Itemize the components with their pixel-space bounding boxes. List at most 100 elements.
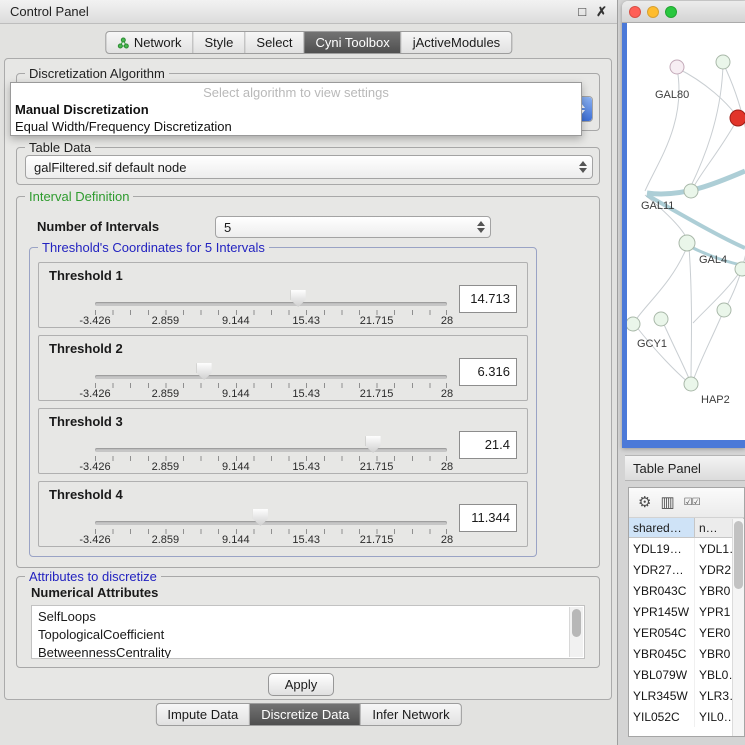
tab-cyni-toolbox[interactable]: Cyni Toolbox	[305, 32, 402, 53]
column-header-shared-name[interactable]: shared…	[629, 518, 695, 537]
thresholds-group: Threshold's Coordinates for 5 Intervals …	[29, 247, 537, 557]
scale-label: 21.715	[360, 388, 394, 400]
network-node[interactable]	[627, 317, 640, 331]
bottom-tab-bar: Impute Data Discretize Data Infer Networ…	[155, 703, 461, 726]
scale-label: 2.859	[152, 315, 180, 327]
table-row[interactable]: YBL079W YBL0…	[629, 664, 744, 685]
table-row[interactable]: YIL052C YIL0…	[629, 706, 744, 727]
scale-label: 15.43	[292, 315, 320, 327]
tab-style[interactable]: Style	[194, 32, 246, 53]
panel-tab-bar: Network Style Select Cyni Toolbox jActiv…	[105, 31, 512, 54]
table-panel-window: ⚙ ▥ ☑☑ shared… n… YDL19… YDL1… YDR27… YD…	[628, 487, 745, 737]
num-intervals-select[interactable]: 5	[215, 216, 491, 238]
table-data-group: Table Data galFiltered.sif default node	[16, 147, 600, 185]
network-canvas[interactable]: GAL80 GAL11 GAL4 GCY1 HAP2	[627, 23, 745, 440]
slider-track[interactable]	[95, 521, 447, 525]
scale-label: 28	[441, 534, 453, 546]
slider-track[interactable]	[95, 375, 447, 379]
network-node[interactable]	[670, 60, 684, 74]
selected-table: galFiltered.sif default node	[34, 160, 186, 175]
group-title: Discretization Algorithm	[25, 66, 169, 81]
slider-track[interactable]	[95, 448, 447, 452]
interval-definition-group: Interval Definition Number of Intervals …	[16, 196, 600, 568]
num-intervals-label: Number of Intervals	[37, 219, 159, 234]
tab-impute-data[interactable]: Impute Data	[156, 704, 250, 725]
numerical-attributes-list[interactable]: SelfLoopsTopologicalCoefficientBetweenne…	[31, 605, 585, 659]
scale-label: 2.859	[152, 461, 180, 473]
slider-scale: -3.4262.8599.14415.4321.71528	[95, 534, 447, 547]
cell-shared-name: YDR27…	[629, 559, 695, 580]
tab-jactivemodules[interactable]: jActiveModules	[402, 32, 511, 53]
apply-button[interactable]: Apply	[268, 673, 334, 696]
tab-network[interactable]: Network	[106, 32, 194, 53]
tab-infer-network[interactable]: Infer Network	[361, 704, 460, 725]
node-label: GAL80	[655, 89, 689, 101]
scrollbar-thumb[interactable]	[734, 521, 743, 589]
network-node[interactable]	[716, 55, 730, 69]
threshold-3-value-field[interactable]: 21.4	[459, 431, 517, 459]
node-label: GAL11	[641, 200, 674, 212]
table-row[interactable]: YDR27… YDR2…	[629, 559, 744, 580]
scale-label: 28	[441, 461, 453, 473]
network-view-window: GAL80 GAL11 GAL4 GCY1 HAP2	[622, 1, 745, 448]
table-row[interactable]: YBR045C YBR0…	[629, 643, 744, 664]
select-rows-icon[interactable]: ☑☑	[684, 498, 700, 508]
group-title: Interval Definition	[25, 189, 133, 204]
scrollbar[interactable]	[569, 607, 583, 657]
table-data-select[interactable]: galFiltered.sif default node	[25, 155, 593, 179]
threshold-2-value-field[interactable]: 6.316	[459, 358, 517, 386]
table-scrollbar[interactable]	[732, 519, 744, 736]
control-panel-titlebar: Control Panel □ ✗	[0, 0, 617, 24]
threshold-3-slider[interactable]: -3.4262.8599.14415.4321.71528	[95, 409, 447, 475]
scrollbar-thumb[interactable]	[572, 609, 581, 637]
dropdown-option-manual-discretization[interactable]: Manual Discretization	[11, 101, 581, 118]
network-graph[interactable]: GAL80 GAL11 GAL4 GCY1 HAP2	[627, 23, 745, 440]
zoom-traffic-light-icon[interactable]	[665, 6, 677, 18]
list-item[interactable]: SelfLoops	[38, 608, 568, 626]
scale-label: 21.715	[360, 534, 394, 546]
scale-label: 9.144	[222, 461, 250, 473]
numerical-attributes-label: Numerical Attributes	[31, 585, 158, 600]
tab-discretize-data[interactable]: Discretize Data	[250, 704, 361, 725]
table-row[interactable]: YBR043C YBR0…	[629, 580, 744, 601]
network-node[interactable]	[684, 377, 698, 391]
node-label: GAL4	[699, 254, 727, 266]
network-node[interactable]	[717, 303, 731, 317]
network-node[interactable]	[679, 235, 695, 251]
tab-select[interactable]: Select	[245, 32, 304, 53]
threshold-1-slider[interactable]: -3.4262.8599.14415.4321.71528	[95, 263, 447, 329]
threshold-1-value-field[interactable]: 14.713	[459, 285, 517, 313]
close-icon[interactable]: ✗	[596, 5, 607, 18]
network-node[interactable]	[654, 312, 668, 326]
threshold-4-panel: Threshold 4 -3.4262.8599.14415.4321.7152…	[38, 481, 528, 547]
network-node-selected[interactable]	[730, 110, 745, 126]
combo-stepper-icon	[574, 156, 592, 178]
minimize-traffic-light-icon[interactable]	[647, 6, 659, 18]
threshold-2-panel: Threshold 2 -3.4262.8599.14415.4321.7152…	[38, 335, 528, 401]
combo-stepper-icon	[472, 217, 490, 237]
table-row[interactable]: YLR345W YLR3…	[629, 685, 744, 706]
network-selected-frame: GAL80 GAL11 GAL4 GCY1 HAP2	[622, 23, 745, 448]
threshold-4-slider[interactable]: -3.4262.8599.14415.4321.71528	[95, 482, 447, 548]
table-row[interactable]: YDL19… YDL1…	[629, 538, 744, 559]
table-row[interactable]: YER054C YER0…	[629, 622, 744, 643]
table-row[interactable]: YPR145W YPR1…	[629, 601, 744, 622]
num-intervals-value: 5	[224, 220, 231, 235]
scale-label: -3.426	[79, 388, 110, 400]
settings-gear-icon[interactable]: ⚙	[638, 495, 651, 510]
threshold-2-slider[interactable]: -3.4262.8599.14415.4321.71528	[95, 336, 447, 402]
slider-scale: -3.4262.8599.14415.4321.71528	[95, 388, 447, 401]
list-item[interactable]: BetweennessCentrality	[38, 644, 568, 659]
slider-track[interactable]	[95, 302, 447, 306]
control-panel-window: Control Panel □ ✗ Network Style Select C…	[0, 0, 618, 745]
dropdown-option-equal-width-frequency[interactable]: Equal Width/Frequency Discretization	[11, 118, 581, 135]
close-traffic-light-icon[interactable]	[629, 6, 641, 18]
threshold-4-value-field[interactable]: 11.344	[459, 504, 517, 532]
window-buttons: □ ✗	[578, 5, 607, 18]
columns-icon[interactable]: ▥	[660, 495, 674, 510]
network-node[interactable]	[735, 262, 745, 276]
scale-label: 9.144	[222, 315, 250, 327]
network-node[interactable]	[684, 184, 698, 198]
float-window-icon[interactable]: □	[578, 5, 586, 18]
list-item[interactable]: TopologicalCoefficient	[38, 626, 568, 644]
